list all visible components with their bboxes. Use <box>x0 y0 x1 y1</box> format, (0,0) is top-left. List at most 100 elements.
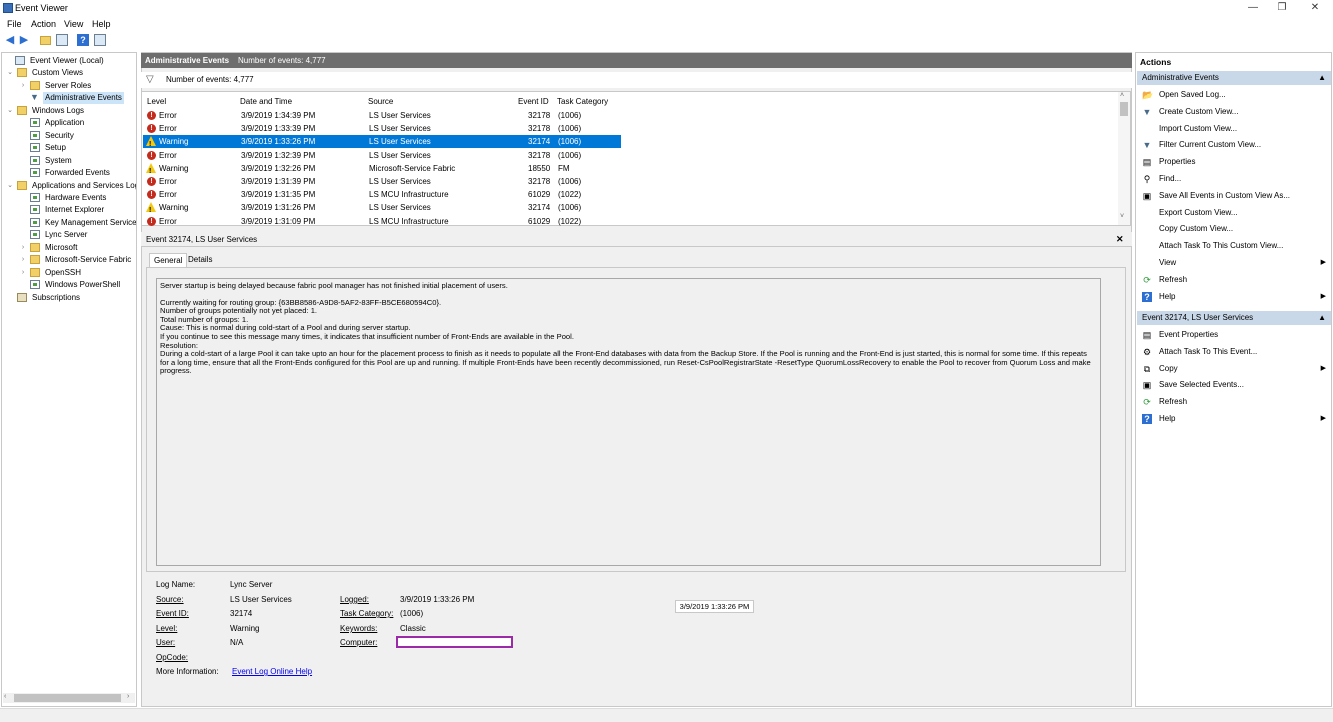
event-date: 3/9/2019 1:31:39 PM <box>241 177 316 186</box>
tree-item[interactable]: Lync Server <box>2 229 136 241</box>
tree-item[interactable]: Event Viewer (Local) <box>2 55 136 67</box>
action-item[interactable]: Copy Custom View... <box>1140 222 1330 236</box>
actions-section-header[interactable]: Event 32174, LS User Services ▲ <box>1137 311 1331 325</box>
menu-file[interactable]: File <box>7 19 22 29</box>
event-row[interactable]: ! Error 3/9/2019 1:32:39 PM LS User Service… <box>143 149 621 162</box>
tree-item[interactable]: Internet Explorer <box>2 204 136 216</box>
tree-item[interactable]: Setup <box>2 142 136 154</box>
column-header-date[interactable]: Date and Time <box>240 97 292 106</box>
action-item[interactable]: ⟳ Refresh <box>1140 395 1330 409</box>
tree-item[interactable]: System <box>2 155 136 167</box>
collapse-up-icon[interactable]: ▲ <box>1318 311 1326 325</box>
close-detail-icon[interactable]: ✕ <box>1116 232 1124 247</box>
action-item[interactable]: Export Custom View... <box>1140 206 1330 220</box>
tree-item[interactable]: › Microsoft <box>2 242 136 254</box>
action-pane-icon[interactable] <box>94 34 106 46</box>
tree-item[interactable]: Forwarded Events <box>2 167 136 179</box>
tree-item[interactable]: Hardware Events <box>2 192 136 204</box>
tree-item[interactable]: ▼ Administrative Events <box>2 92 136 105</box>
tree-item[interactable]: Security <box>2 130 136 142</box>
tree-item[interactable]: Windows PowerShell <box>2 279 136 291</box>
column-header-task-category[interactable]: Task Category <box>557 97 608 106</box>
tree-item[interactable]: ⌄ Windows Logs <box>2 105 136 117</box>
action-item[interactable]: ▤ Event Properties <box>1140 328 1330 342</box>
collapsed-chevron-icon[interactable]: › <box>19 254 27 266</box>
event-row[interactable]: ! Warning 3/9/2019 1:32:26 PM Microsoft-Ser… <box>143 162 621 175</box>
menu-help[interactable]: Help <box>92 19 111 29</box>
scrollbar-thumb[interactable] <box>14 694 121 702</box>
scroll-left-arrow-icon[interactable]: ‹ <box>4 693 6 700</box>
tab-general[interactable]: General <box>149 253 188 267</box>
tree-item[interactable]: › Server Roles <box>2 80 136 92</box>
scroll-up-arrow-icon[interactable]: ˄ <box>1120 92 1124 99</box>
back-icon[interactable]: ◀ <box>4 34 16 46</box>
scrollbar-thumb[interactable] <box>1120 102 1128 116</box>
event-row[interactable]: ! Error 3/9/2019 1:31:09 PM LS MCU Infrastr… <box>143 215 621 228</box>
maximize-button[interactable]: ❐ <box>1265 0 1299 16</box>
tree-item[interactable]: ⌄ Custom Views <box>2 67 136 79</box>
expand-chevron-icon[interactable]: ⌄ <box>6 105 14 117</box>
action-item[interactable]: ▣ Save Selected Events... <box>1140 378 1330 392</box>
forward-icon[interactable]: ▶ <box>18 34 30 46</box>
action-item[interactable]: ? Help ▶ <box>1140 412 1330 426</box>
menu-view[interactable]: View <box>64 19 83 29</box>
action-item[interactable]: ▣ Save All Events in Custom View As... <box>1140 189 1330 203</box>
collapsed-chevron-icon[interactable]: › <box>19 267 27 279</box>
tree-horizontal-scrollbar[interactable]: ‹ › <box>3 693 135 703</box>
computer-label: Computer: <box>340 638 378 647</box>
tree-item[interactable]: Application <box>2 117 136 129</box>
event-level: Warning <box>159 163 189 173</box>
event-row[interactable]: ! Error 3/9/2019 1:34:39 PM LS User Service… <box>143 109 621 122</box>
event-log-online-help-link[interactable]: Event Log Online Help <box>232 667 312 676</box>
expand-chevron-icon[interactable]: ⌄ <box>6 67 14 79</box>
action-item[interactable]: Import Custom View... <box>1140 122 1330 136</box>
action-item[interactable]: ? Help ▶ <box>1140 290 1330 304</box>
event-row[interactable]: ! Error 3/9/2019 1:31:39 PM LS User Service… <box>143 175 621 188</box>
action-item-label: Event Properties <box>1159 330 1219 339</box>
event-row[interactable]: ! Error 3/9/2019 1:33:39 PM LS User Service… <box>143 122 621 135</box>
open-folder-icon[interactable] <box>40 36 51 45</box>
event-row[interactable]: ! Warning 3/9/2019 1:31:26 PM LS User Servi… <box>143 201 621 214</box>
warning-icon: ! <box>146 202 156 214</box>
event-source: LS User Services <box>369 111 431 120</box>
help-icon[interactable]: ? <box>77 34 89 46</box>
event-row[interactable]: ! Warning 3/9/2019 1:33:26 PM LS User Servi… <box>143 135 621 149</box>
expand-chevron-icon[interactable]: ⌄ <box>6 180 14 192</box>
action-item[interactable]: ▼ Filter Current Custom View... <box>1140 138 1330 152</box>
action-item[interactable]: ⚲ Find... <box>1140 172 1330 186</box>
action-item[interactable]: ▼ Create Custom View... <box>1140 105 1330 119</box>
collapsed-chevron-icon[interactable]: › <box>19 242 27 254</box>
tree-item[interactable]: › OpenSSH <box>2 267 136 279</box>
computer-value-field[interactable] <box>396 636 513 648</box>
column-header-event-id[interactable]: Event ID <box>518 97 549 106</box>
tree-item-label: Internet Explorer <box>45 205 105 215</box>
action-item[interactable]: ⧉ Copy ▶ <box>1140 362 1330 376</box>
collapsed-chevron-icon[interactable]: › <box>19 80 27 92</box>
action-item[interactable]: ⟳ Refresh <box>1140 273 1330 287</box>
action-item[interactable]: ▤ Properties <box>1140 155 1330 169</box>
console-tree-icon[interactable] <box>56 34 68 46</box>
collapse-up-icon[interactable]: ▲ <box>1318 71 1326 85</box>
submenu-arrow-icon: ▶ <box>1320 415 1326 422</box>
event-task-category: (1006) <box>558 177 582 186</box>
action-item[interactable]: ⚙ Attach Task To This Event... <box>1140 345 1330 359</box>
event-level: Error <box>159 190 177 200</box>
event-row[interactable]: ! Error 3/9/2019 1:31:35 PM LS MCU Infrastr… <box>143 188 621 201</box>
close-button[interactable]: ✕ <box>1298 0 1332 16</box>
tree-item[interactable]: › Microsoft-Service Fabric <box>2 254 136 266</box>
keywords-value: Classic <box>400 624 426 633</box>
tree-item[interactable]: Key Management Service <box>2 217 136 229</box>
action-item[interactable]: View ▶ <box>1140 256 1330 270</box>
scroll-right-arrow-icon[interactable]: › <box>127 693 129 700</box>
scroll-down-arrow-icon[interactable]: ˅ <box>1120 213 1124 220</box>
column-header-level[interactable]: Level <box>147 97 166 106</box>
event-list-scrollbar[interactable]: ˄ ˅ <box>1118 92 1130 225</box>
actions-section-header[interactable]: Administrative Events ▲ <box>1137 71 1331 85</box>
action-item[interactable]: Attach Task To This Custom View... <box>1140 239 1330 253</box>
tree-item[interactable]: ⌄ Applications and Services Log <box>2 180 136 192</box>
action-item[interactable]: 📂 Open Saved Log... <box>1140 88 1330 102</box>
column-header-source[interactable]: Source <box>368 97 393 106</box>
tree-item[interactable]: Subscriptions <box>2 292 136 304</box>
tab-details[interactable]: Details <box>184 253 216 267</box>
menu-action[interactable]: Action <box>31 19 56 29</box>
